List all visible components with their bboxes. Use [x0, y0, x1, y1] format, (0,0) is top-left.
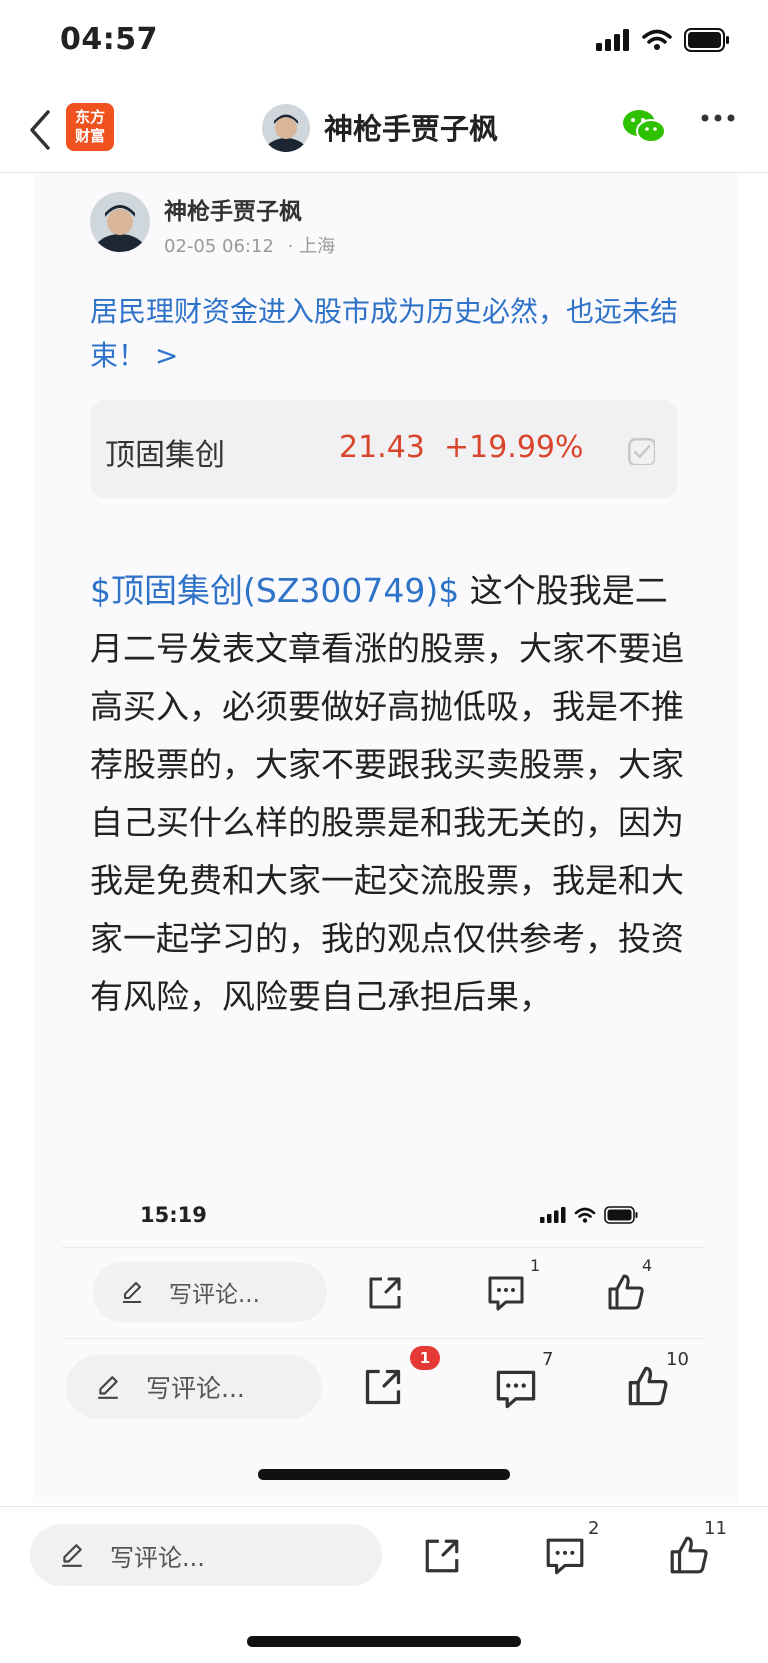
stock-change: +19.99% — [444, 430, 584, 465]
stock-tag-link[interactable]: $顶固集创(SZ300749)$ — [90, 571, 459, 610]
wechat-icon[interactable] — [622, 108, 666, 146]
share-icon[interactable] — [362, 1366, 404, 1408]
back-chevron-icon[interactable] — [26, 108, 56, 152]
stock-price: 21.43 — [339, 430, 425, 465]
comment-input[interactable]: 写评论... — [93, 1262, 327, 1322]
comment-icon[interactable] — [494, 1368, 538, 1412]
status-time: 04:57 — [60, 22, 158, 57]
share-icon[interactable] — [422, 1536, 462, 1576]
wifi-icon — [642, 29, 672, 50]
share-badge: 1 — [410, 1346, 440, 1370]
pencil-icon — [62, 1544, 82, 1567]
inner-status-time: 15:19 — [140, 1203, 207, 1227]
status-icons — [596, 28, 730, 52]
author-name[interactable]: 神枪手贾子枫 — [164, 192, 302, 226]
more-icon[interactable] — [700, 113, 736, 123]
post-meta: 02-05 06:12 · 上海 — [164, 232, 335, 258]
comment-placeholder: 写评论... — [146, 1374, 245, 1403]
battery-icon — [604, 1206, 638, 1224]
comment-count: 1 — [530, 1256, 541, 1275]
wifi-icon — [574, 1207, 596, 1223]
pencil-icon — [123, 1282, 141, 1303]
comment-count: 2 — [588, 1518, 600, 1539]
inner-status-icons — [540, 1206, 638, 1224]
like-count: 4 — [642, 1256, 653, 1275]
like-icon[interactable] — [668, 1534, 710, 1576]
logo-line2: 财富 — [74, 127, 105, 145]
divider — [62, 1338, 704, 1339]
post-body: $顶固集创(SZ300749)$ 这个股我是二月二号发表文章看涨的股票，大家不要… — [90, 562, 690, 1026]
like-count: 10 — [666, 1349, 689, 1370]
comment-icon[interactable] — [544, 1536, 586, 1578]
post-headline-link[interactable]: 居民理财资金进入股市成为历史必然，也远未结束！ > — [90, 290, 690, 378]
comment-input[interactable]: 写评论... — [30, 1524, 382, 1586]
like-icon[interactable] — [626, 1364, 670, 1408]
divider — [62, 1247, 704, 1248]
comment-input[interactable]: 写评论... — [66, 1355, 322, 1419]
like-count: 11 — [704, 1518, 727, 1539]
author-avatar[interactable] — [90, 192, 150, 252]
divider — [0, 1506, 768, 1507]
nav-title: 神枪手贾子枫 — [324, 112, 499, 146]
nav-avatar[interactable] — [262, 104, 310, 152]
share-icon[interactable] — [366, 1274, 404, 1312]
home-indicator — [247, 1636, 521, 1647]
logo-line1: 东方 — [74, 108, 105, 126]
home-indicator — [258, 1469, 510, 1480]
post-body-text: 这个股我是二月二号发表文章看涨的股票，大家不要追高买入，必须要做好高抛低吸，我是… — [90, 571, 684, 1016]
signal-icon — [540, 1207, 566, 1223]
post-time: 02-05 06:12 — [164, 236, 274, 257]
pencil-icon — [98, 1376, 118, 1399]
comment-icon[interactable] — [486, 1274, 526, 1314]
post-location: · 上海 — [287, 236, 336, 257]
comment-placeholder: 写评论... — [169, 1282, 260, 1308]
comment-count: 7 — [542, 1349, 554, 1370]
comment-placeholder: 写评论... — [110, 1543, 205, 1572]
battery-icon — [684, 28, 729, 52]
app-logo[interactable]: 东方 财富 — [66, 103, 114, 151]
stock-name: 顶固集创 — [105, 438, 225, 473]
watchlist-check-icon[interactable] — [627, 437, 655, 465]
like-icon[interactable] — [606, 1272, 646, 1312]
signal-icon — [596, 29, 629, 51]
